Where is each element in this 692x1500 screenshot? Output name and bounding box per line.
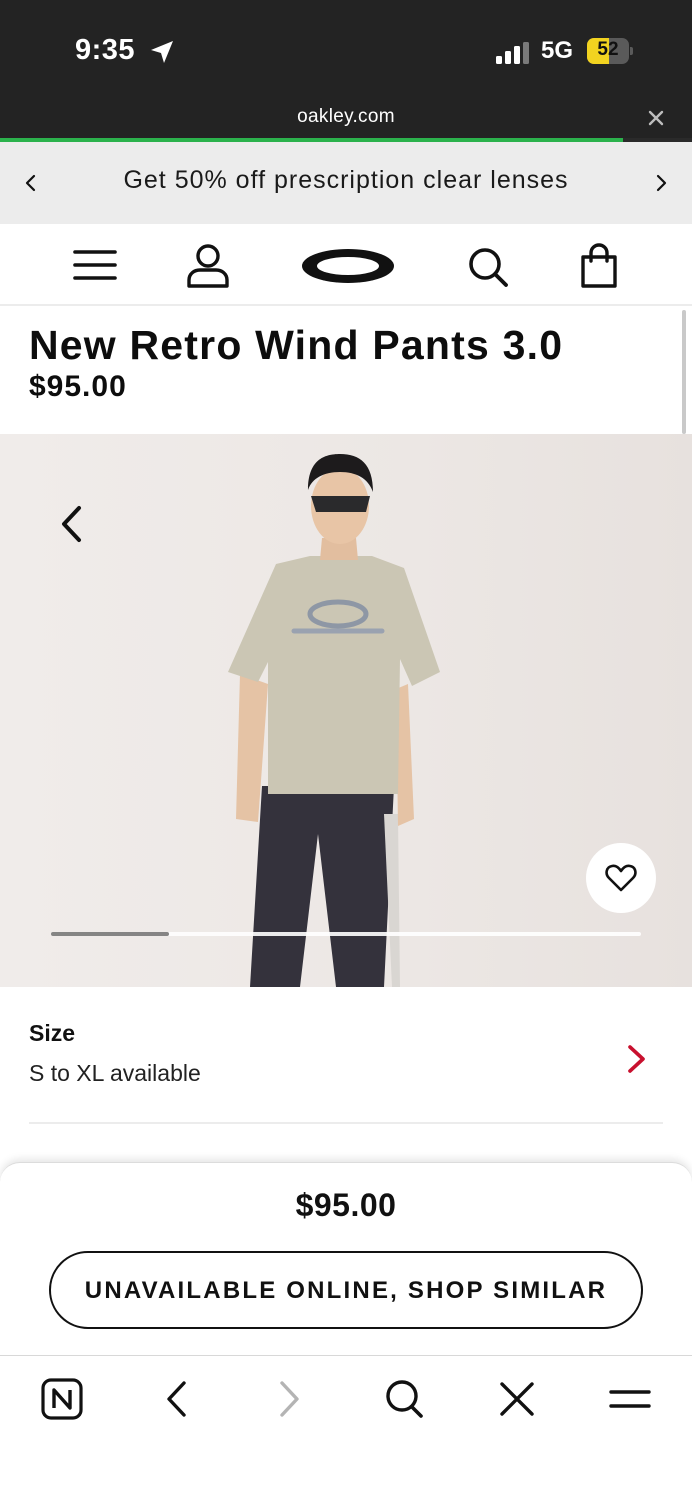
- newsletter-n-icon[interactable]: [41, 1378, 83, 1420]
- promo-banner: Get 50% off prescription clear lenses: [0, 142, 692, 224]
- heart-icon: [605, 864, 637, 892]
- battery-icon: 52: [587, 38, 633, 64]
- close-icon[interactable]: [498, 1378, 536, 1420]
- divider: [29, 1122, 663, 1124]
- chevron-left-icon[interactable]: [20, 172, 42, 194]
- location-arrow-icon: [151, 41, 173, 63]
- purchase-panel: $95.00 UNAVAILABLE ONLINE, SHOP SIMILAR: [0, 1162, 692, 1356]
- oakley-logo[interactable]: [301, 248, 395, 284]
- chevron-right-icon[interactable]: [624, 1043, 650, 1075]
- product-image-gallery[interactable]: [0, 434, 692, 987]
- close-icon[interactable]: [646, 108, 666, 128]
- shop-similar-button[interactable]: UNAVAILABLE ONLINE, SHOP SIMILAR: [49, 1251, 643, 1329]
- size-label: Size: [29, 1020, 76, 1046]
- promo-text[interactable]: Get 50% off prescription clear lenses: [60, 166, 632, 195]
- menu-icon[interactable]: [73, 248, 117, 282]
- search-icon[interactable]: [467, 246, 509, 288]
- status-bar: 9:35 5G 52 oakley.com: [0, 0, 692, 142]
- menu-icon[interactable]: [608, 1378, 652, 1420]
- page-scrollbar[interactable]: [682, 310, 686, 434]
- wishlist-button[interactable]: [586, 843, 656, 913]
- product-price: $95.00: [29, 370, 127, 403]
- product-photo: [228, 454, 440, 987]
- site-nav: [0, 224, 692, 306]
- shopping-bag-icon[interactable]: [579, 243, 619, 289]
- gallery-position-indicator: [51, 932, 641, 936]
- battery-percentage: 52: [597, 39, 619, 60]
- chevron-right-icon[interactable]: [650, 172, 672, 194]
- back-icon[interactable]: [163, 1378, 189, 1420]
- size-selector[interactable]: Size S to XL available: [0, 987, 692, 1124]
- browser-toolbar: [0, 1355, 692, 1500]
- forward-icon[interactable]: [277, 1378, 303, 1420]
- account-icon[interactable]: [185, 243, 231, 289]
- shop-similar-button-label: UNAVAILABLE ONLINE, SHOP SIMILAR: [84, 1277, 608, 1304]
- size-availability: S to XL available: [29, 1060, 201, 1086]
- search-icon[interactable]: [384, 1378, 424, 1420]
- browser-url[interactable]: oakley.com: [0, 106, 692, 128]
- product-title: New Retro Wind Pants 3.0: [29, 322, 564, 368]
- status-time: 9:35: [75, 34, 136, 66]
- cellular-signal-icon: [496, 42, 529, 64]
- network-type: 5G: [541, 37, 574, 64]
- gallery-previous-button[interactable]: [56, 504, 88, 544]
- purchase-price: $95.00: [295, 1187, 397, 1223]
